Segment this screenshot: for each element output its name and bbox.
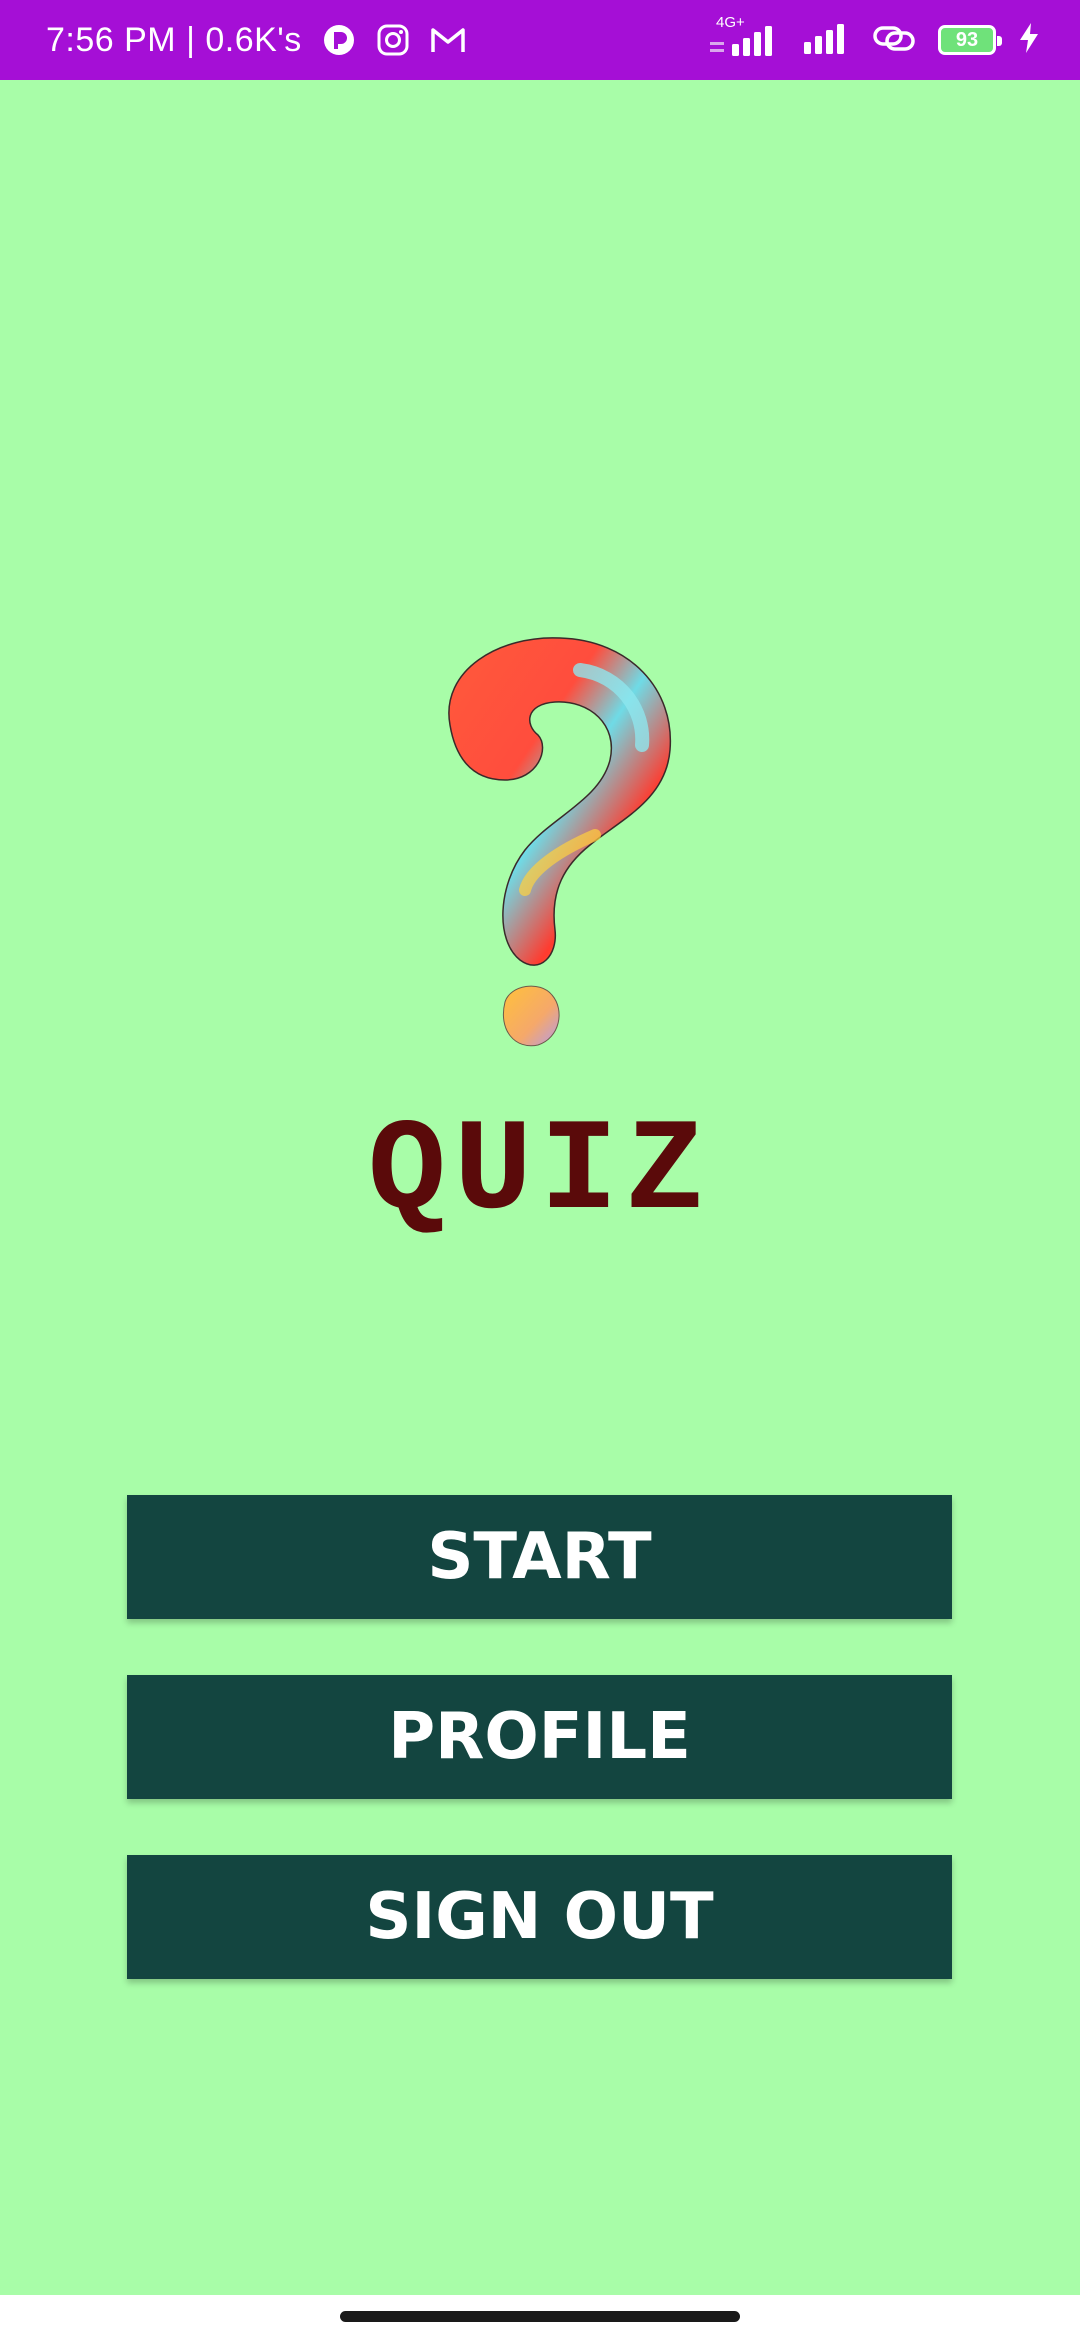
- status-bar: 7:56 PM | 0.6K's 4G+ 93: [0, 0, 1080, 80]
- sign-out-button[interactable]: SIGN OUT: [127, 1855, 952, 1979]
- start-button[interactable]: START: [127, 1495, 952, 1619]
- status-left: 7:56 PM | 0.6K's: [46, 21, 466, 60]
- profile-button[interactable]: PROFILE: [127, 1675, 952, 1799]
- app-title: QUIZ: [367, 1100, 713, 1247]
- link-icon: [872, 22, 916, 59]
- network-type-label: 4G+: [716, 14, 745, 31]
- question-mark-curve: [448, 637, 672, 966]
- signal-4g-icon: 4G+: [710, 14, 780, 56]
- battery-level: 93: [955, 28, 979, 51]
- battery-icon: 93: [938, 25, 1002, 55]
- signal-icon: [802, 22, 850, 59]
- charging-icon: [1018, 22, 1040, 59]
- app-icon: [322, 23, 356, 57]
- home-indicator[interactable]: [340, 2311, 740, 2322]
- instagram-icon: [376, 23, 410, 57]
- status-time: 7:56 PM | 0.6K's: [46, 20, 302, 59]
- question-mark-dot: [503, 985, 560, 1047]
- gmail-icon: [430, 25, 466, 55]
- question-mark-icon: [430, 630, 690, 1070]
- status-right: 4G+ 93: [710, 14, 1040, 59]
